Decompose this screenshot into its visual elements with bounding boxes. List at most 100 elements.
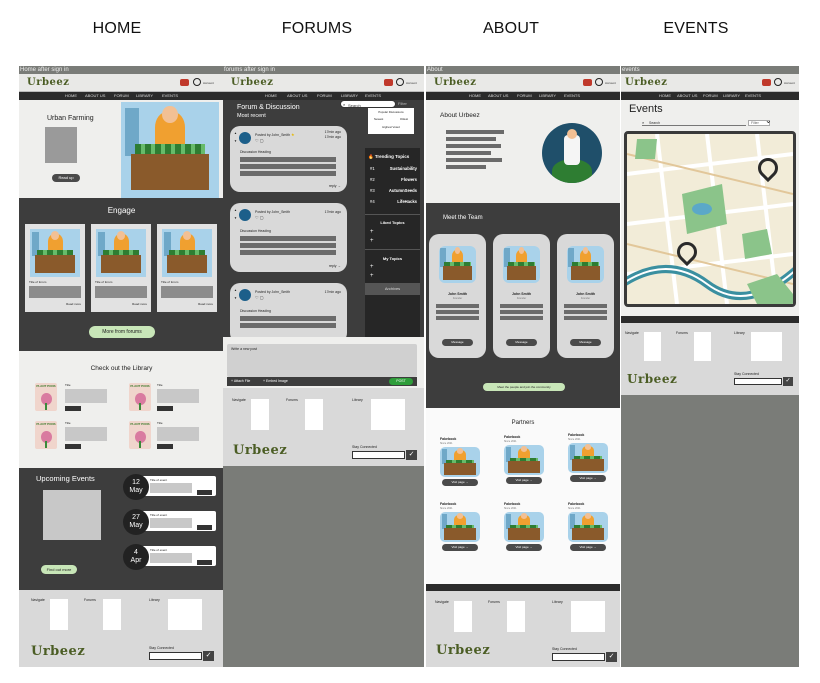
upvote-icon[interactable]: ▲ [234,208,237,212]
logo[interactable]: Urbeez [231,77,273,88]
logo[interactable]: Urbeez [27,77,69,88]
visit-page-button[interactable]: Visit page → [506,477,542,484]
filter-option[interactable]: Highest Voted [368,125,414,129]
library-item-button[interactable] [157,406,173,411]
post-heading[interactable]: Discussion Heading [240,150,271,154]
nav-home[interactable]: HOME [65,92,77,100]
footer-navigate[interactable]: Navigate [625,331,639,335]
account-icon[interactable] [193,78,201,86]
nav-events[interactable]: EVENTS [745,92,761,100]
account-icon[interactable] [774,78,782,86]
attach-file-button[interactable]: + Attach File [231,379,250,383]
team-card[interactable]: John Smith Founder Message [429,234,486,358]
upvote-icon[interactable]: ▲ [234,288,237,292]
trending-topic[interactable]: AutumnSeeds [389,188,417,193]
footer-library[interactable]: Library [352,398,363,402]
footer-logo[interactable]: Urbeez [627,372,677,386]
subscribe-button[interactable]: ✓ [783,377,793,386]
subscribe-input[interactable] [149,652,202,660]
filter-option[interactable]: Newest [374,117,383,121]
nav-library[interactable]: LIBRARY [341,92,358,100]
footer-logo[interactable]: Urbeez [436,643,490,658]
library-book-cover[interactable]: PLANT PONS [35,421,57,449]
nav-library[interactable]: LIBRARY [136,92,153,100]
footer-navigate[interactable]: Navigate [31,598,45,602]
nav-about[interactable]: ABOUT US [488,92,508,100]
downvote-icon[interactable]: ▼ [234,216,237,220]
events-map[interactable] [624,131,796,307]
forum-card[interactable]: Title of forum Read more [91,224,151,312]
reply-link[interactable]: reply → [329,264,341,268]
post-author[interactable]: Posted by John_Smith [255,210,290,214]
forum-post[interactable]: ▲ ▼ Posted by John_Smith ♡ ▢ 17min ago D… [230,203,347,272]
filter-option[interactable]: Oldest [400,117,408,121]
forum-post[interactable]: ▲ ▼ Posted by John_Smith ★ ♡ ▢ 17min ago… [230,126,347,192]
nav-about[interactable]: ABOUT US [287,92,307,100]
footer-library[interactable]: Library [552,600,563,604]
post-heading[interactable]: Discussion Heading [240,229,271,233]
message-button[interactable]: Message [442,339,473,346]
nav-events[interactable]: EVENTS [162,92,178,100]
footer-library[interactable]: Library [149,598,160,602]
forum-search-input[interactable]: ⌕ Search [340,100,396,108]
event-button[interactable] [197,525,212,530]
nav-library[interactable]: LIBRARY [539,92,556,100]
footer-logo[interactable]: Urbeez [31,644,85,659]
archives-button[interactable]: Archives [365,283,420,295]
nav-home[interactable]: HOME [469,92,481,100]
message-button[interactable]: Message [570,339,601,346]
filter-option[interactable]: Popular Discussions [368,110,414,114]
nav-events[interactable]: EVENTS [564,92,580,100]
add-liked-topic-icon[interactable]: + [370,238,374,244]
like-icon[interactable]: ♡ ▢ [255,215,263,220]
footer-forums[interactable]: Forums [488,600,500,604]
chat-icon[interactable] [583,79,592,86]
nav-about[interactable]: ABOUT US [85,92,105,100]
forum-post[interactable]: ▲ ▼ Posted by John_Smith ♡ ▢ 17min ago D… [230,283,347,343]
forum-card[interactable]: Title of forum Read more [25,224,85,312]
subscribe-input[interactable] [734,378,782,385]
event-button[interactable] [197,490,212,495]
footer-forums[interactable]: Forums [84,598,96,602]
post-author[interactable]: Posted by John_Smith [255,290,290,294]
footer-navigate[interactable]: Navigate [435,600,449,604]
like-icon[interactable]: ♡ ▢ [255,295,263,300]
footer-navigate[interactable]: Navigate [232,398,246,402]
library-item-button[interactable] [65,406,81,411]
chevron-down-icon[interactable]: ⌄ [765,116,772,125]
subscribe-button[interactable]: ✓ [203,651,214,661]
subscribe-input[interactable] [552,653,605,661]
nav-forum[interactable]: FORUM [517,92,532,100]
add-my-topic-icon[interactable]: + [370,264,374,270]
library-book-cover[interactable]: PLANT PONS [129,421,151,449]
team-card[interactable]: John Smith Founder Message [493,234,550,358]
reply-link[interactable]: reply → [329,184,341,188]
trending-topic[interactable]: Flowers [401,177,417,182]
subscribe-input[interactable] [352,451,405,459]
chat-icon[interactable] [762,79,771,86]
events-search-input[interactable]: ⌕ Search [642,120,746,126]
filter-dropdown[interactable]: Popular Discussions Newest Oldest Highes… [368,108,414,134]
footer-logo[interactable]: Urbeez [233,443,287,458]
find-out-more-button[interactable]: Find out more [41,565,77,574]
nav-home[interactable]: HOME [659,92,671,100]
nav-forum[interactable]: FORUM [114,92,129,100]
visit-page-button[interactable]: Visit page → [570,544,606,551]
trending-topic[interactable]: LifeHacks [397,199,417,204]
post-author[interactable]: Posted by John_Smith [255,133,290,137]
read-up-button[interactable]: Read up [52,174,80,182]
add-liked-topic-icon[interactable]: + [370,229,374,235]
chat-icon[interactable] [384,79,393,86]
more-forums-button[interactable]: More from forums [89,326,155,338]
subscribe-button[interactable]: ✓ [606,652,617,662]
visit-page-button[interactable]: Visit page → [506,544,542,551]
library-book-cover[interactable]: PLANT PONS [35,383,57,411]
join-community-button[interactable]: Meet the people and join the community [483,383,565,391]
new-post-textarea[interactable]: Write a new post [227,344,417,377]
post-button[interactable]: POST [389,378,413,385]
nav-library[interactable]: LIBRARY [723,92,740,100]
nav-about[interactable]: ABOUT US [677,92,697,100]
nav-forum[interactable]: FORUM [703,92,718,100]
star-icon[interactable]: ★ [291,132,295,137]
nav-events[interactable]: EVENTS [365,92,381,100]
